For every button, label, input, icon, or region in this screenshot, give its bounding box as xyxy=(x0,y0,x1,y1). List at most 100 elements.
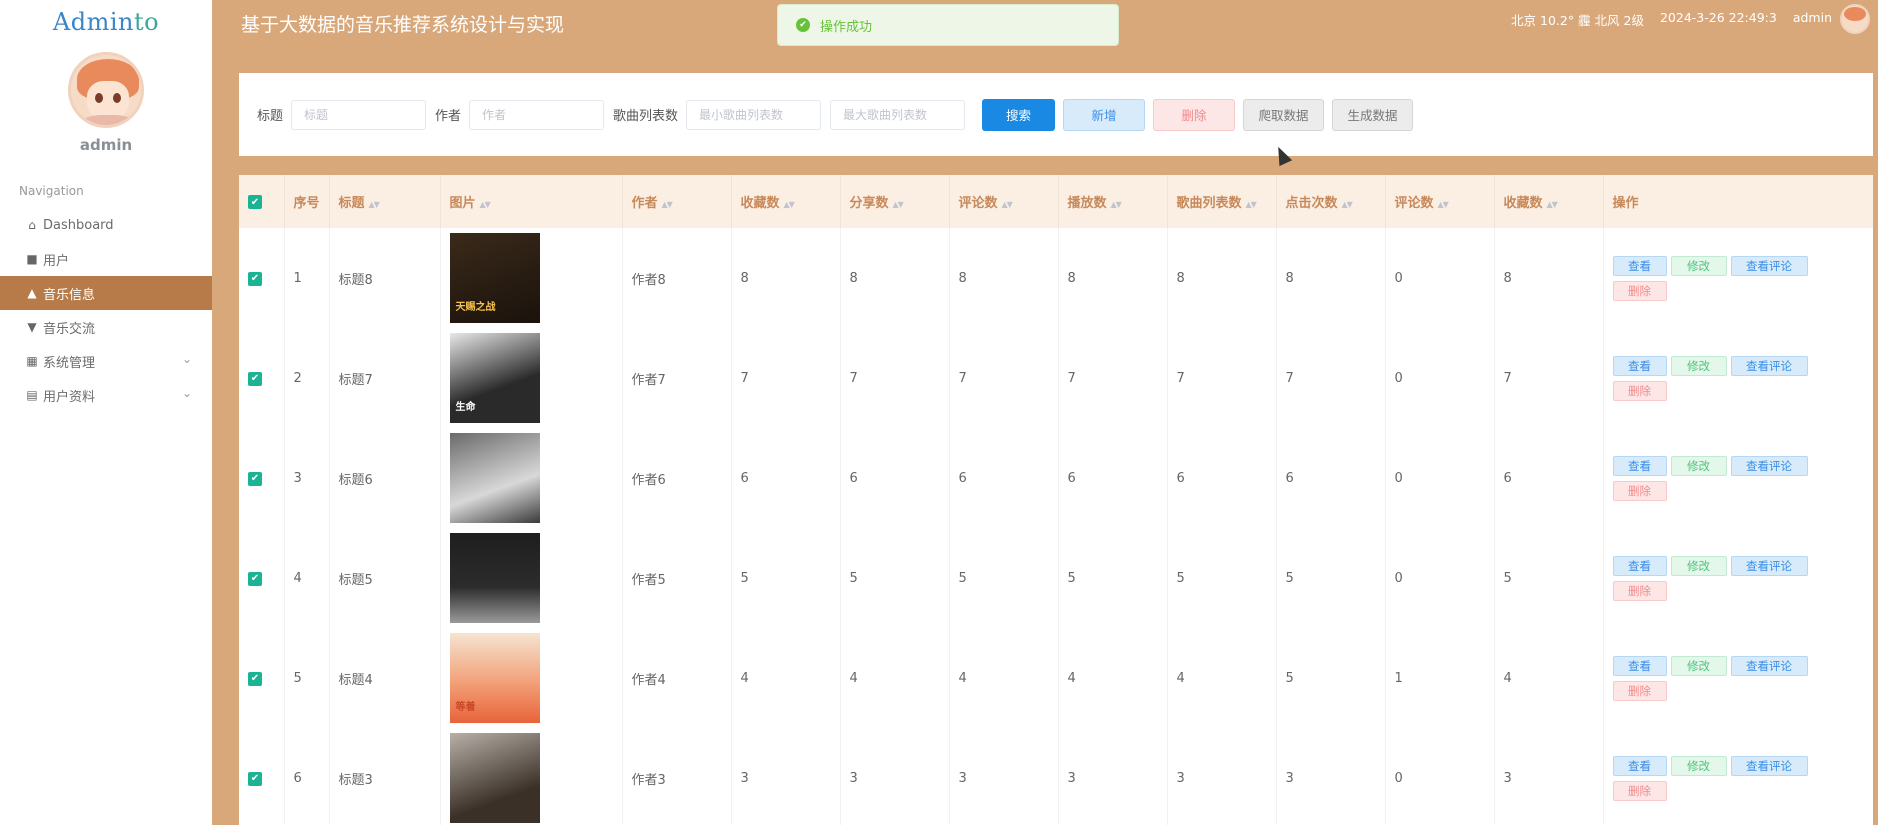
view-comments-button[interactable]: 查看评论 xyxy=(1730,555,1808,576)
col-comment[interactable]: 评论数 ▲▼ xyxy=(949,175,1059,228)
col-fav2[interactable]: 收藏数 ▲▼ xyxy=(1494,175,1604,228)
row-checkbox[interactable]: ✔ xyxy=(248,471,262,486)
row-delete-button[interactable]: 删除 xyxy=(1612,780,1667,801)
add-button[interactable]: 新增 xyxy=(1063,98,1146,131)
sidebar-item-system[interactable]: ▦ 系统管理 ⌄ xyxy=(0,344,212,378)
cell-fav2: 6 xyxy=(1494,428,1604,528)
row-checkbox[interactable]: ✔ xyxy=(248,671,262,686)
generate-button[interactable]: 生成数据 xyxy=(1332,98,1414,131)
edit-button[interactable]: 修改 xyxy=(1670,755,1727,776)
cell-title: 标题3 xyxy=(329,728,441,825)
sort-icon: ▲▼ xyxy=(1245,200,1257,209)
song-count-label: 歌曲列表数 xyxy=(613,109,679,124)
col-clicks[interactable]: 点击次数 ▲▼ xyxy=(1276,175,1386,228)
cell-fav: 8 xyxy=(731,228,841,328)
chevron-down-icon: ⌄ xyxy=(181,352,192,366)
col-fav[interactable]: 收藏数 ▲▼ xyxy=(731,175,841,228)
sidebar-item-dashboard[interactable]: ⌂ Dashboard xyxy=(0,208,212,242)
cell-author: 作者7 xyxy=(622,328,732,428)
col-share[interactable]: 分享数 ▲▼ xyxy=(840,175,950,228)
view-button[interactable]: 查看 xyxy=(1612,655,1667,676)
row-checkbox[interactable]: ✔ xyxy=(248,271,262,286)
crawl-button[interactable]: 爬取数据 xyxy=(1243,98,1325,131)
cell-comment2: 0 xyxy=(1385,728,1495,825)
view-button[interactable]: 查看 xyxy=(1612,455,1667,476)
row-actions: 查看 修改 查看评论 删除 xyxy=(1612,655,1813,701)
view-comments-button[interactable]: 查看评论 xyxy=(1730,655,1808,676)
cell-fav: 3 xyxy=(731,728,841,825)
edit-button[interactable]: 修改 xyxy=(1670,255,1727,276)
cell-share: 6 xyxy=(840,428,950,528)
music-cover-image xyxy=(449,433,540,523)
cell-clicks: 3 xyxy=(1276,728,1386,825)
min-count-input[interactable]: 最小歌曲列表数 xyxy=(686,99,822,130)
row-delete-button[interactable]: 删除 xyxy=(1612,680,1667,701)
cell-fav2: 8 xyxy=(1494,228,1604,328)
cell-comment: 3 xyxy=(949,728,1059,825)
view-button[interactable]: 查看 xyxy=(1612,355,1667,376)
max-count-input[interactable]: 最大歌曲列表数 xyxy=(830,99,966,130)
header-avatar[interactable] xyxy=(1840,4,1870,34)
success-toast: ✔ 操作成功 xyxy=(777,4,1119,46)
cell-clicks: 6 xyxy=(1276,428,1386,528)
cell-clicks: 7 xyxy=(1276,328,1386,428)
table-row: ✔ 5 标题4 等着 作者4 4 4 4 4 4 5 1 4 查看 修改 查看评论 删除 xyxy=(239,628,1873,728)
weather-info: 北京 10.2° 霾 北风 2级 xyxy=(1511,13,1644,28)
music-cover-image: 等着 xyxy=(449,633,540,723)
row-checkbox[interactable]: ✔ xyxy=(248,371,262,386)
col-image[interactable]: 图片 ▲▼ xyxy=(440,175,623,228)
table-header-row: ✔ 序号 标题 ▲▼ 图片 ▲▼ 作者 ▲▼ 收藏数 ▲▼ 分享数 ▲▼ 评论数 ▲▼ 播放… xyxy=(239,175,1873,228)
col-author[interactable]: 作者 ▲▼ xyxy=(622,175,732,228)
cell-clicks: 5 xyxy=(1276,528,1386,628)
view-button[interactable]: 查看 xyxy=(1612,555,1667,576)
sort-icon: ▲▼ xyxy=(892,200,904,209)
avatar[interactable] xyxy=(68,52,144,128)
sidebar-item-music-info[interactable]: ▲ 音乐信息 xyxy=(0,276,212,310)
row-delete-button[interactable]: 删除 xyxy=(1612,280,1667,301)
view-comments-button[interactable]: 查看评论 xyxy=(1730,255,1808,276)
cell-author: 作者6 xyxy=(622,428,732,528)
cell-share: 4 xyxy=(840,628,950,728)
sidebar-item-user[interactable]: ■ 用户 xyxy=(0,242,212,276)
cell-author: 作者8 xyxy=(622,228,732,328)
cell-play: 7 xyxy=(1058,328,1168,428)
row-checkbox[interactable]: ✔ xyxy=(248,571,262,586)
search-button[interactable]: 搜索 xyxy=(982,98,1056,131)
delete-button[interactable]: 删除 xyxy=(1153,98,1236,131)
view-comments-button[interactable]: 查看评论 xyxy=(1730,755,1808,776)
view-button[interactable]: 查看 xyxy=(1612,755,1667,776)
row-delete-button[interactable]: 删除 xyxy=(1612,580,1667,601)
sidebar-item-label: Dashboard xyxy=(43,217,114,233)
edit-button[interactable]: 修改 xyxy=(1670,355,1727,376)
view-comments-button[interactable]: 查看评论 xyxy=(1730,355,1808,376)
cell-play: 5 xyxy=(1058,528,1168,628)
col-comment2[interactable]: 评论数 ▲▼ xyxy=(1385,175,1495,228)
col-list[interactable]: 歌曲列表数 ▲▼ xyxy=(1167,175,1277,228)
header-username[interactable]: admin xyxy=(1793,10,1832,29)
sidebar-item-profile[interactable]: ▤ 用户资料 ⌄ xyxy=(0,378,212,412)
sort-icon: ▲▼ xyxy=(368,200,380,209)
row-delete-button[interactable]: 删除 xyxy=(1612,480,1667,501)
title-input[interactable]: 标题 xyxy=(291,99,427,130)
cell-comment2: 0 xyxy=(1385,228,1495,328)
title-label: 标题 xyxy=(257,109,284,124)
cell-author: 作者4 xyxy=(622,628,732,728)
view-button[interactable]: 查看 xyxy=(1612,255,1667,276)
sidebar: Admin to admin Navigation ⌂ Dashboard ■ 用… xyxy=(0,0,212,825)
sidebar-item-music-chat[interactable]: ▼ 音乐交流 xyxy=(0,310,212,344)
view-comments-button[interactable]: 查看评论 xyxy=(1730,455,1808,476)
select-all-checkbox[interactable]: ✔ xyxy=(248,195,262,210)
sort-icon: ▲▼ xyxy=(1001,200,1013,209)
edit-button[interactable]: 修改 xyxy=(1670,455,1727,476)
nav-label: Navigation xyxy=(19,184,84,198)
row-delete-button[interactable]: 删除 xyxy=(1612,380,1667,401)
cell-comment: 4 xyxy=(949,628,1059,728)
author-input[interactable]: 作者 xyxy=(469,99,605,130)
col-title[interactable]: 标题 ▲▼ xyxy=(329,175,441,228)
edit-button[interactable]: 修改 xyxy=(1670,655,1727,676)
col-play[interactable]: 播放数 ▲▼ xyxy=(1058,175,1168,228)
edit-button[interactable]: 修改 xyxy=(1670,555,1727,576)
cell-idx: 5 xyxy=(284,628,330,728)
cell-fav2: 4 xyxy=(1494,628,1604,728)
row-checkbox[interactable]: ✔ xyxy=(248,771,262,786)
